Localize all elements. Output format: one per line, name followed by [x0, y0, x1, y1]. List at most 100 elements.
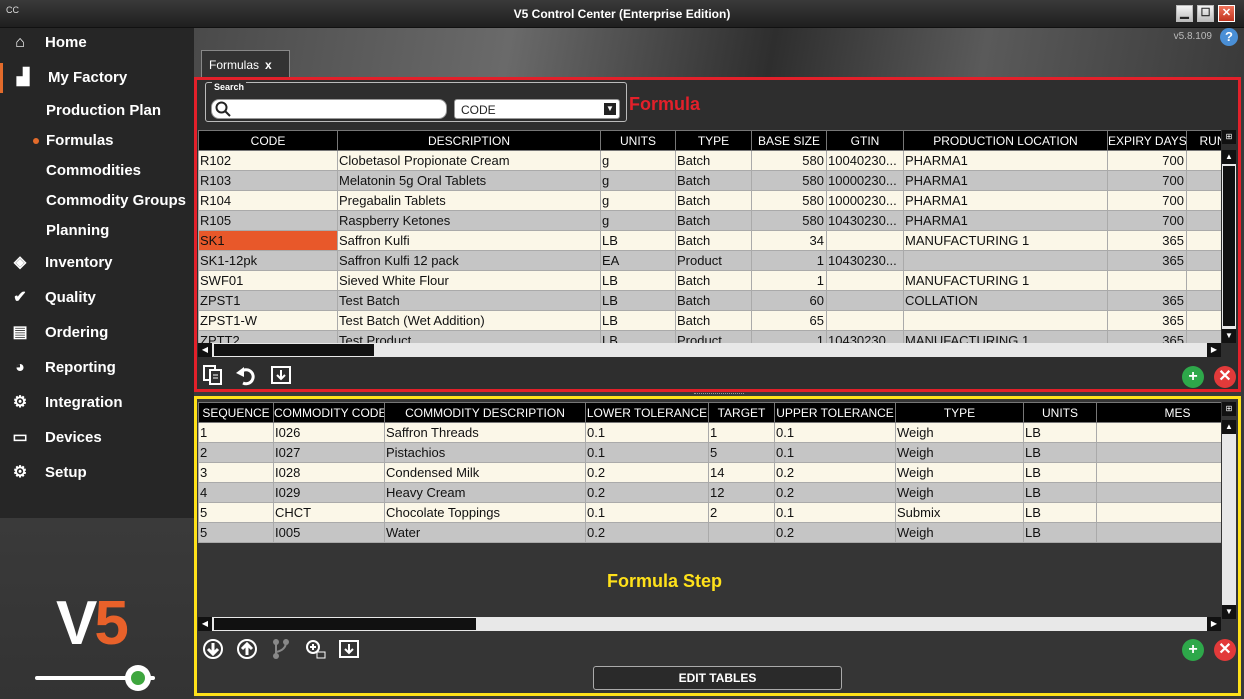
table-cell[interactable]: 10040230... [826, 150, 904, 171]
move-up-icon[interactable] [235, 638, 259, 662]
sidebar-subitem-commodities[interactable]: Commodities [46, 162, 141, 179]
table-cell[interactable]: 34 [751, 230, 827, 251]
table-cell[interactable]: 365 [1107, 230, 1187, 251]
formula-vertical-scrollbar[interactable]: ▲ ▼ [1222, 150, 1236, 343]
table-cell[interactable]: ZPST1-W [198, 310, 338, 331]
table-cell[interactable]: 700 [1107, 210, 1187, 231]
table-cell[interactable]: MANUFACTURING 1 [903, 270, 1108, 291]
table-cell[interactable]: 0.2 [585, 522, 709, 543]
add-step-search-icon[interactable] [303, 638, 327, 662]
table-row[interactable]: 2 I027 Pistachios 0.1 5 0.1 Weigh LB [198, 442, 1221, 463]
table-cell[interactable]: Batch [675, 170, 752, 191]
tab-formulas[interactable]: Formulas x [201, 50, 290, 80]
table-cell[interactable]: 580 [751, 190, 827, 211]
table-cell[interactable]: Pregabalin Tablets [337, 190, 601, 211]
table-cell[interactable]: 5 [708, 442, 775, 463]
table-cell[interactable]: Batch [675, 290, 752, 311]
table-cell[interactable]: Water [384, 522, 586, 543]
table-cell[interactable]: R102 [198, 150, 338, 171]
table-cell[interactable]: 0.1 [774, 442, 896, 463]
table-cell[interactable]: Submix [895, 502, 1024, 523]
sidebar-subitem-planning[interactable]: Planning [46, 222, 109, 239]
table-cell[interactable]: Saffron Kulfi [337, 230, 601, 251]
table-cell[interactable]: 10430230... [826, 250, 904, 271]
table-row[interactable]: 3 I028 Condensed Milk 0.2 14 0.2 Weigh LB [198, 462, 1221, 483]
table-cell[interactable]: 1 [198, 422, 274, 443]
table-cell[interactable]: 65 [751, 310, 827, 331]
table-cell[interactable]: LB [600, 230, 676, 251]
column-header[interactable]: BASE SIZE [751, 130, 827, 151]
table-cell[interactable] [1186, 290, 1221, 311]
column-header[interactable]: SEQUENCE [198, 402, 274, 423]
table-cell[interactable]: 5 [198, 522, 274, 543]
table-row[interactable]: 1 I026 Saffron Threads 0.1 1 0.1 Weigh LB [198, 422, 1221, 443]
table-cell[interactable]: 0.2 [774, 462, 896, 483]
table-cell[interactable]: 0.2 [585, 462, 709, 483]
panel-splitter[interactable] [694, 393, 744, 395]
table-cell[interactable]: 0.1 [774, 422, 896, 443]
table-cell[interactable]: 2 [708, 502, 775, 523]
table-cell[interactable]: LB [600, 330, 676, 343]
table-cell[interactable]: Heavy Cream [384, 482, 586, 503]
column-header[interactable]: UNITS [600, 130, 676, 151]
scroll-up-icon[interactable]: ▲ [1222, 150, 1236, 164]
table-cell[interactable]: 580 [751, 150, 827, 171]
table-row[interactable]: SK1 Saffron Kulfi LB Batch 34 MANUFACTURING 1… [198, 230, 1221, 251]
search-field-select[interactable]: CODE ▼ [454, 99, 620, 119]
column-header[interactable]: GTIN [826, 130, 904, 151]
table-cell[interactable]: g [600, 150, 676, 171]
scroll-up-icon[interactable]: ▲ [1222, 420, 1236, 434]
table-cell[interactable]: 1 [708, 422, 775, 443]
column-chooser-icon[interactable]: ⊞ [1222, 130, 1236, 144]
table-cell[interactable] [1186, 250, 1221, 271]
table-cell[interactable]: LB [600, 310, 676, 331]
edit-tables-button[interactable]: EDIT TABLES [593, 666, 842, 690]
sidebar-slider-knob[interactable] [125, 665, 151, 691]
column-header[interactable]: UNITS [1023, 402, 1097, 423]
column-header[interactable]: CODE [198, 130, 338, 151]
table-row[interactable]: 5 I005 Water 0.2 0.2 Weigh LB [198, 522, 1221, 543]
table-cell[interactable]: Condensed Milk [384, 462, 586, 483]
table-cell[interactable]: SK1 [198, 230, 338, 251]
table-cell[interactable] [1096, 442, 1221, 463]
table-cell[interactable]: PHARMA1 [903, 210, 1108, 231]
scroll-thumb[interactable] [214, 344, 374, 356]
column-header[interactable]: MES [1096, 402, 1221, 423]
table-cell[interactable]: CHCT [273, 502, 385, 523]
column-header[interactable]: TYPE [675, 130, 752, 151]
table-cell[interactable]: 0.1 [585, 442, 709, 463]
sidebar-item-my-factory[interactable]: ▟ My Factory [0, 63, 194, 93]
table-cell[interactable]: g [600, 170, 676, 191]
table-cell[interactable]: 365 [1107, 250, 1187, 271]
sidebar-item-inventory[interactable]: ◈ Inventory [0, 248, 194, 278]
step-vertical-scrollbar[interactable]: ▲ ▼ [1222, 420, 1236, 619]
table-cell[interactable] [1186, 170, 1221, 191]
table-cell[interactable]: I029 [273, 482, 385, 503]
table-cell[interactable]: Sieved White Flour [337, 270, 601, 291]
table-cell[interactable]: PHARMA1 [903, 170, 1108, 191]
delete-formula-button[interactable]: ✕ [1214, 366, 1236, 388]
table-cell[interactable]: g [600, 190, 676, 211]
table-cell[interactable] [1096, 482, 1221, 503]
table-cell[interactable]: LB [1023, 522, 1097, 543]
download-icon[interactable] [269, 364, 293, 388]
sidebar-item-home[interactable]: ⌂ Home [0, 28, 194, 58]
table-cell[interactable] [708, 522, 775, 543]
table-cell[interactable]: Weigh [895, 422, 1024, 443]
step-horizontal-scrollbar[interactable]: ◀ ▶ [198, 617, 1221, 631]
delete-step-button[interactable]: ✕ [1214, 639, 1236, 661]
table-cell[interactable]: 10430230... [826, 210, 904, 231]
maximize-button[interactable]: ☐ [1197, 5, 1214, 22]
column-header[interactable]: LOWER TOLERANCE [585, 402, 709, 423]
sidebar-subitem-production-plan[interactable]: Production Plan [46, 102, 161, 119]
table-cell[interactable] [1107, 270, 1187, 291]
table-cell[interactable]: I027 [273, 442, 385, 463]
table-cell[interactable] [1186, 190, 1221, 211]
table-cell[interactable] [1096, 502, 1221, 523]
table-cell[interactable] [1186, 330, 1221, 343]
table-cell[interactable]: Batch [675, 230, 752, 251]
move-down-icon[interactable] [201, 638, 225, 662]
table-cell[interactable]: 580 [751, 170, 827, 191]
table-cell[interactable]: MANUFACTURING 1 [903, 230, 1108, 251]
column-header[interactable]: TARGET [708, 402, 775, 423]
